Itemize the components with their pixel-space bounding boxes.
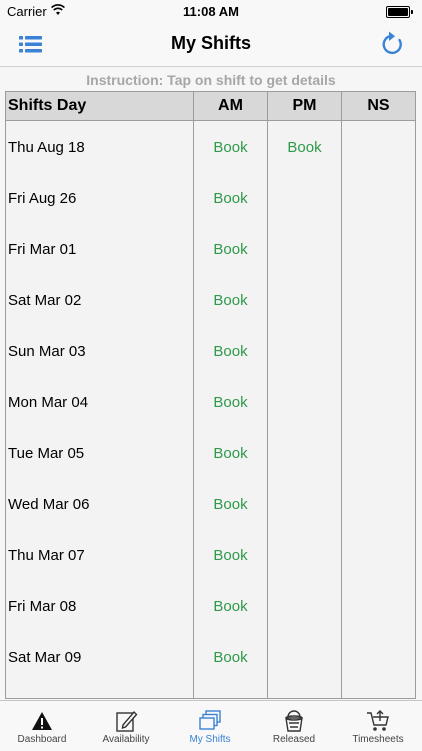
stack-icon (199, 710, 221, 730)
shift-day: Sat Mar 09 (8, 649, 82, 666)
table-row[interactable]: Tue Mar 05 Book (6, 427, 415, 478)
page-title: My Shifts (170, 33, 251, 53)
am-book-link[interactable]: Book (194, 190, 267, 207)
table-row[interactable]: Fri Mar 01 Book (6, 223, 415, 274)
header-am: AM (218, 97, 243, 114)
am-book-link[interactable]: Book (194, 445, 267, 462)
am-book-link[interactable]: Book (194, 343, 267, 360)
am-book-link[interactable]: Book (194, 241, 267, 258)
tab-released[interactable]: Released (252, 701, 336, 751)
table-row[interactable]: Sat Mar 09 Book (6, 631, 415, 682)
tab-dashboard[interactable]: Dashboard (0, 701, 84, 751)
table-row[interactable]: Wed Mar 06 Book (6, 478, 415, 529)
shift-day: Tue Mar 05 (8, 445, 85, 462)
header-pm: PM (292, 97, 317, 114)
am-book-link[interactable]: Book (194, 598, 267, 615)
shift-day: Sat Mar 02 (8, 292, 82, 309)
header-ns: NS (367, 97, 390, 114)
shift-day: Sun Mar 03 (8, 343, 86, 360)
table-row[interactable]: Thu Mar 07 Book (6, 529, 415, 580)
am-book-link[interactable]: Book (194, 496, 267, 513)
tab-label: Availability (102, 734, 150, 745)
edit-icon (116, 710, 138, 732)
instruction-text: Instruction: Tap on shift to get details (86, 72, 336, 88)
am-book-link[interactable]: Book (194, 139, 267, 156)
table-header: Shifts Day AM PM NS (6, 92, 415, 121)
table-row[interactable]: Thu Aug 18 Book Book (6, 121, 415, 172)
header-shifts-day: Shifts Day (8, 97, 87, 114)
cart-icon (367, 710, 389, 731)
battery-icon (386, 6, 413, 18)
tab-label: Timesheets (352, 734, 404, 745)
shift-day: Fri Mar 08 (8, 598, 77, 615)
shift-day: Thu Aug 18 (8, 139, 85, 156)
refresh-icon[interactable] (380, 30, 406, 58)
tab-bar: Dashboard Availability My Shifts Release… (0, 700, 422, 751)
tab-label: Dashboard (17, 734, 67, 745)
table-row[interactable]: Sat Mar 02 Book (6, 274, 415, 325)
table-row[interactable]: Fri Mar 08 Book (6, 580, 415, 631)
table-row[interactable]: Fri Aug 26 Book (6, 172, 415, 223)
bucket-icon (285, 710, 303, 732)
am-book-link[interactable]: Book (194, 394, 267, 411)
tab-label: My Shifts (189, 734, 231, 745)
am-book-link[interactable]: Book (194, 649, 267, 666)
clock: 11:08 AM (183, 4, 239, 19)
tab-timesheets[interactable]: Timesheets (336, 701, 420, 751)
am-book-link[interactable]: Book (194, 547, 267, 564)
tab-label: Released (272, 734, 316, 745)
table-row[interactable]: Mon Mar 04 Book (6, 376, 415, 427)
table-row[interactable]: Sun Mar 03 Book (6, 325, 415, 376)
pm-book-link[interactable]: Book (268, 139, 341, 156)
shift-day: Fri Mar 01 (8, 241, 77, 258)
tab-availability[interactable]: Availability (84, 701, 168, 751)
navigation-bar: My Shifts (0, 22, 422, 67)
warning-icon (32, 712, 52, 730)
shift-day: Fri Aug 26 (8, 190, 77, 207)
shift-day: Thu Mar 07 (8, 547, 85, 564)
shift-day: Mon Mar 04 (8, 394, 89, 411)
shifts-table: Shifts Day AM PM NS Thu Aug 18 Book Book… (5, 91, 416, 699)
am-book-link[interactable]: Book (194, 292, 267, 309)
tab-my-shifts[interactable]: My Shifts (168, 701, 252, 751)
status-bar: Carrier 11:08 AM (0, 0, 422, 22)
shift-day: Wed Mar 06 (8, 496, 90, 513)
